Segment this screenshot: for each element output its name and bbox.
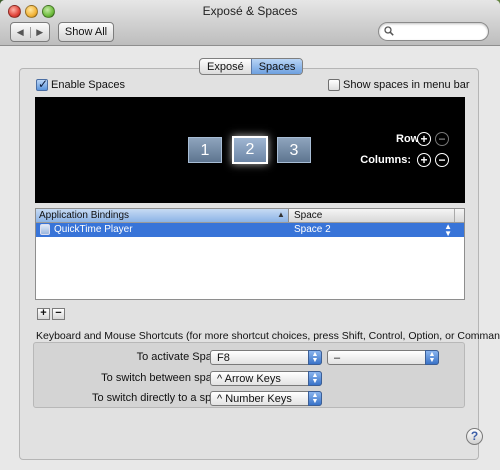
sort-ascending-icon: ▲ [277,210,285,219]
switch-direct-popup[interactable]: ^ Number Keys ▲ ▼ [210,391,322,406]
activate-key-value: F8 [217,352,230,364]
shortcuts-heading: Keyboard and Mouse Shortcuts (for more s… [36,330,500,342]
popup-arrows-icon: ▲ ▼ [308,371,322,386]
spaces-preview: 1 2 3 Rows: + − Columns: + − [35,97,465,203]
popup-arrows-icon: ▲ ▼ [308,391,322,406]
remove-row-button[interactable]: − [435,132,449,146]
activate-mouse-value: – [334,352,341,364]
add-column-button[interactable]: + [417,153,431,167]
show-all-button[interactable]: Show All [58,22,114,42]
quicktime-app-icon [40,224,50,235]
popup-arrows-icon: ▲ ▼ [425,350,439,365]
add-binding-button[interactable]: + [37,308,50,320]
tab-control: Exposé Spaces [199,58,304,75]
application-name: QuickTime Player [54,224,133,235]
switch-direct-value: ^ Number Keys [217,393,292,405]
search-input[interactable] [397,25,483,38]
column-header-space[interactable]: Space [291,209,455,222]
preferences-window: Exposé & Spaces ◀ ▶ Show All Exposé Spac… [0,0,500,470]
enable-spaces-checkbox[interactable]: ✓ [36,77,49,91]
space-tile-2[interactable]: 2 [232,136,268,164]
back-forward-group: ◀ ▶ [10,22,50,42]
activate-key-popup[interactable]: F8 ▲ ▼ [210,350,322,365]
popup-arrows-icon[interactable]: ▲ ▼ [444,223,452,238]
remove-binding-button[interactable]: − [52,308,65,320]
back-arrow-icon[interactable]: ◀ [11,27,30,38]
add-row-button[interactable]: + [417,132,431,146]
table-row[interactable]: QuickTime Player Space 2 ▲ ▼ [36,223,464,238]
window-title: Exposé & Spaces [202,4,298,18]
show-menu-bar-label[interactable]: Show spaces in menu bar [343,79,470,91]
space-tile-1[interactable]: 1 [188,137,222,163]
popup-arrows-icon: ▲ ▼ [308,350,322,365]
tab-expose[interactable]: Exposé [200,59,251,74]
switch-between-popup[interactable]: ^ Arrow Keys ▲ ▼ [210,371,322,386]
tab-spaces[interactable]: Spaces [250,59,303,74]
enable-spaces-label[interactable]: Enable Spaces [51,79,125,91]
help-button[interactable]: ? [466,428,483,445]
space-assignment[interactable]: Space 2 [294,224,331,235]
table-header: Application Bindings ▲ Space [36,209,464,223]
search-icon [384,26,394,36]
shortcuts-group: To activate Spaces: F8 ▲ ▼ – ▲ ▼ To switch… [33,342,465,408]
show-menu-bar-checkbox[interactable] [328,79,340,91]
search-field[interactable] [378,22,489,41]
switch-between-value: ^ Arrow Keys [217,373,281,385]
checkmark-icon: ✓ [38,77,49,91]
title-bar: Exposé & Spaces ◀ ▶ Show All [0,0,500,46]
column-header-application[interactable]: Application Bindings [36,209,289,222]
columns-label: Columns: [360,154,411,166]
application-bindings-table: Application Bindings ▲ Space QuickTime P… [35,208,465,300]
remove-column-button[interactable]: − [435,153,449,167]
space-tile-3[interactable]: 3 [277,137,311,163]
forward-arrow-icon[interactable]: ▶ [29,26,50,38]
activate-mouse-popup[interactable]: – ▲ ▼ [327,350,439,365]
